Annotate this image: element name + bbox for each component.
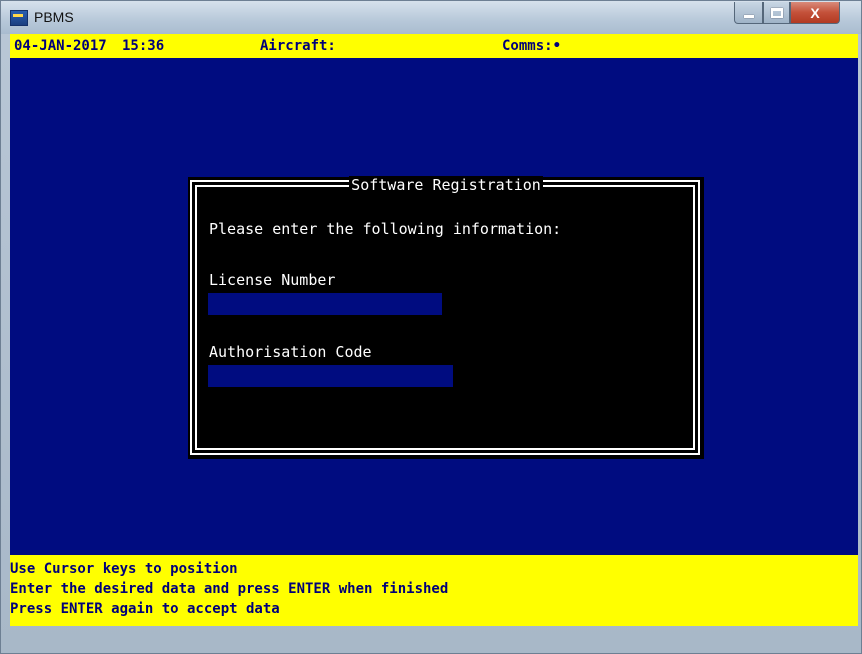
close-button[interactable]: X (790, 2, 840, 24)
terminal-screen: 04-JAN-2017 15:36 Aircraft: Comms:• Soft… (10, 34, 858, 626)
license-number-label: License Number (209, 271, 336, 289)
status-bar: 04-JAN-2017 15:36 Aircraft: Comms:• (10, 34, 858, 58)
dialog-title: Software Registration (188, 176, 704, 194)
maximize-icon (770, 7, 783, 18)
app-icon[interactable] (10, 10, 28, 26)
status-aircraft-label: Aircraft: (260, 38, 336, 54)
status-comms-label: Comms:• (502, 38, 562, 54)
status-date: 04-JAN-2017 (14, 38, 107, 54)
help-bar: Use Cursor keys to position Enter the de… (10, 555, 858, 626)
authorisation-code-input[interactable] (208, 365, 453, 387)
help-line: Press ENTER again to accept data (10, 601, 280, 617)
maximize-button[interactable] (763, 2, 790, 24)
authorisation-code-label: Authorisation Code (209, 343, 372, 361)
close-icon: X (810, 4, 820, 21)
minimize-button[interactable] (734, 2, 763, 24)
dialog-prompt: Please enter the following information: (209, 220, 562, 238)
help-line: Use Cursor keys to position (10, 561, 238, 577)
status-time: 15:36 (122, 38, 165, 54)
license-number-input[interactable] (208, 293, 442, 315)
software-registration-dialog: Software Registration Please enter the f… (188, 176, 704, 459)
window-title: PBMS (34, 9, 74, 25)
app-window: PBMS X 04-JAN-2017 15:36 Aircraft: Comms… (0, 0, 862, 654)
minimize-icon (743, 15, 754, 18)
help-line: Enter the desired data and press ENTER w… (10, 581, 449, 597)
title-bar[interactable]: PBMS X (1, 1, 861, 34)
dialog-title-text: Software Registration (349, 176, 543, 194)
